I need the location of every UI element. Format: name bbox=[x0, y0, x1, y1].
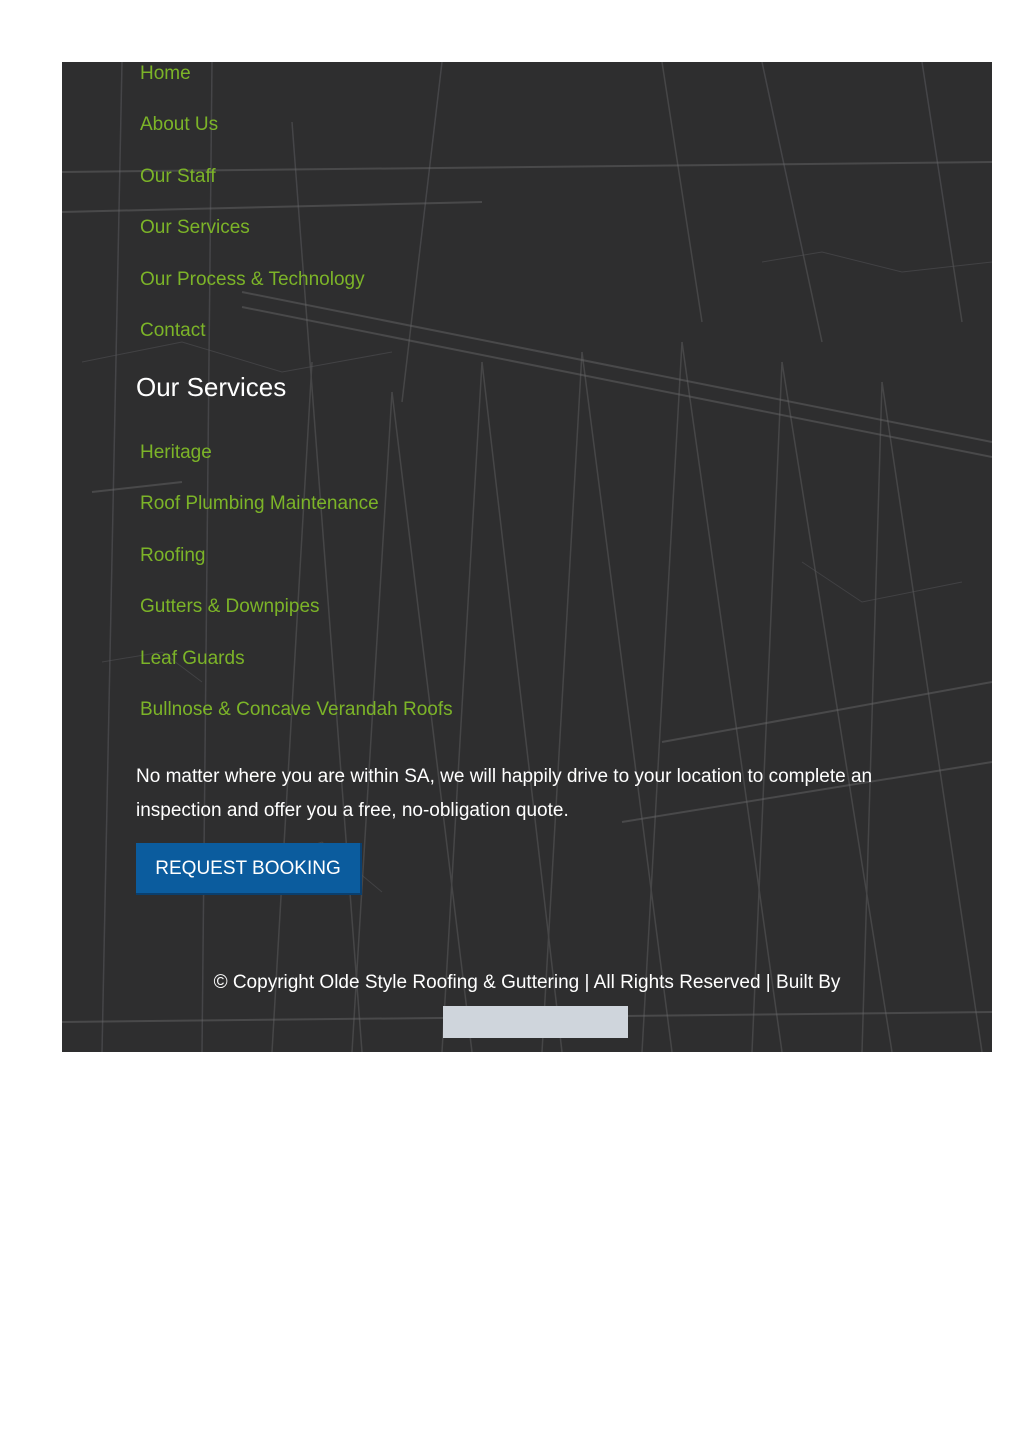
service-item-leaf-guards: Leaf Guards bbox=[140, 647, 453, 698]
footer-panel: Home About Us Our Staff Our Services Our… bbox=[62, 62, 992, 1052]
nav-item-our-staff: Our Staff bbox=[140, 165, 365, 216]
services-nav: Heritage Roof Plumbing Maintenance Roofi… bbox=[140, 441, 453, 749]
service-link-heritage[interactable]: Heritage bbox=[140, 441, 212, 465]
service-link-verandah[interactable]: Bullnose & Concave Verandah Roofs bbox=[140, 698, 453, 722]
nav-item-our-process: Our Process & Technology bbox=[140, 268, 365, 319]
builder-logo-link[interactable] bbox=[443, 1006, 628, 1038]
nav-item-home: Home bbox=[140, 62, 365, 113]
nav-link-home[interactable]: Home bbox=[140, 62, 191, 86]
service-item-roof-plumbing: Roof Plumbing Maintenance bbox=[140, 492, 453, 543]
nav-link-our-services[interactable]: Our Services bbox=[140, 216, 250, 240]
copyright-text: © Copyright Olde Style Roofing & Gutteri… bbox=[213, 972, 841, 993]
nav-item-about-us: About Us bbox=[140, 113, 365, 164]
services-heading: Our Services bbox=[136, 372, 287, 402]
nav-item-contact: Contact bbox=[140, 319, 365, 370]
service-link-roofing[interactable]: Roofing bbox=[140, 544, 206, 568]
nav-link-our-process[interactable]: Our Process & Technology bbox=[140, 268, 365, 292]
service-item-gutters: Gutters & Downpipes bbox=[140, 595, 453, 646]
main-nav: Home About Us Our Staff Our Services Our… bbox=[140, 62, 365, 370]
request-booking-button[interactable]: REQUEST BOOKING bbox=[136, 843, 362, 895]
service-link-gutters[interactable]: Gutters & Downpipes bbox=[140, 595, 320, 619]
nav-link-about-us[interactable]: About Us bbox=[140, 113, 218, 137]
service-item-roofing: Roofing bbox=[140, 544, 453, 595]
intro-text: No matter where you are within SA, we wi… bbox=[136, 766, 873, 821]
service-link-roof-plumbing[interactable]: Roof Plumbing Maintenance bbox=[140, 492, 379, 516]
nav-item-our-services: Our Services bbox=[140, 216, 365, 267]
service-item-verandah: Bullnose & Concave Verandah Roofs bbox=[140, 698, 453, 749]
nav-link-our-staff[interactable]: Our Staff bbox=[140, 165, 216, 189]
service-item-heritage: Heritage bbox=[140, 441, 453, 492]
nav-link-contact[interactable]: Contact bbox=[140, 319, 205, 343]
service-link-leaf-guards[interactable]: Leaf Guards bbox=[140, 647, 245, 671]
